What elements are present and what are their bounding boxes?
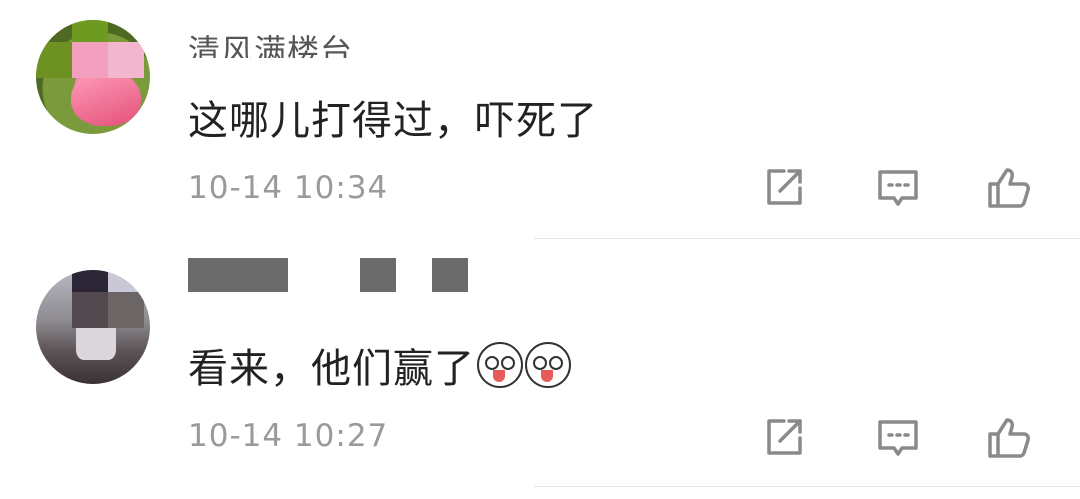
share-icon[interactable] [760,164,808,212]
mosaic-block [72,270,108,292]
husky-emoji-icon [477,342,523,388]
mosaic-block [72,20,108,42]
mosaic-block [36,42,72,78]
comment-icon[interactable] [874,164,922,212]
timestamp: 10-14 10:34 [188,170,389,200]
divider [534,238,1080,239]
username[interactable] [188,258,488,308]
redaction-block [432,258,468,292]
comment-item: 看来，他们赢了 10-14 10:27 [0,250,1080,499]
username[interactable]: 清风满楼台 [188,22,353,58]
lotus-image [71,70,141,126]
redaction-block [188,258,288,292]
comment-item: 清风满楼台 这哪儿打得过，吓死了 10-14 10:34 [0,0,1080,240]
redaction-block [360,258,396,292]
thumbs-up-icon[interactable] [986,164,1034,212]
mosaic-block [72,292,108,328]
avatar[interactable] [36,20,150,134]
mosaic-block [108,42,144,78]
mosaic-block [108,292,144,328]
share-icon[interactable] [760,414,808,462]
comment-text: 看来，他们赢了 [188,336,571,394]
comment-text-content: 看来，他们赢了 [188,346,475,392]
mosaic-block [108,270,144,292]
husky-emoji-icon [525,342,571,388]
username-text: 清风满楼台 [188,32,354,58]
comment-icon[interactable] [874,414,922,462]
avatar[interactable] [36,270,150,384]
mosaic-block [72,42,108,78]
comment-text: 这哪儿打得过，吓死了 [188,98,598,144]
divider [534,486,1080,487]
timestamp: 10-14 10:27 [188,418,389,454]
thumbs-up-icon[interactable] [986,414,1034,462]
